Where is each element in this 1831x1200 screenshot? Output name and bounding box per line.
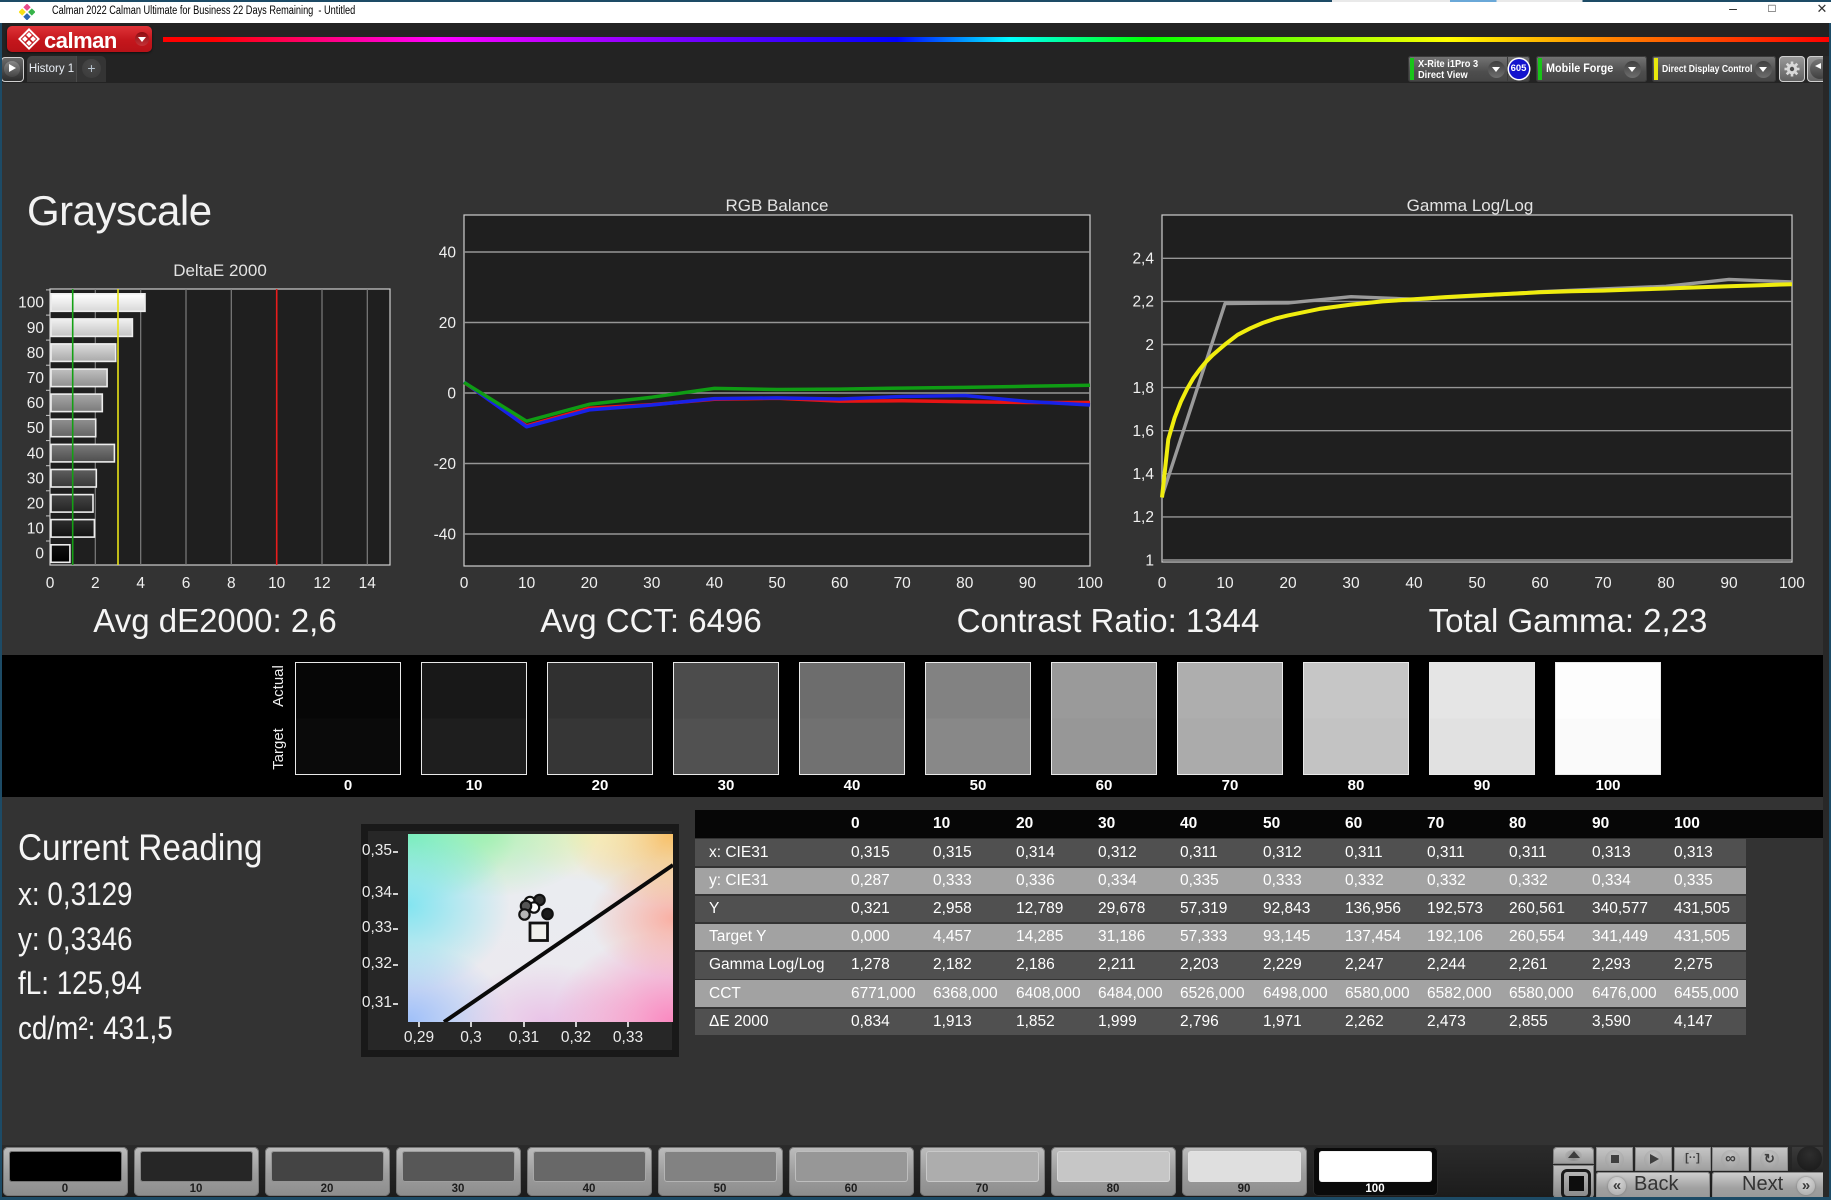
svg-text:20: 20 bbox=[1279, 575, 1297, 592]
svg-text:2: 2 bbox=[1145, 337, 1154, 354]
svg-text:90: 90 bbox=[1720, 575, 1738, 592]
svg-text:10: 10 bbox=[27, 521, 45, 538]
svg-text:0: 0 bbox=[447, 385, 456, 402]
svg-text:30: 30 bbox=[1342, 575, 1360, 592]
svg-text:80: 80 bbox=[1657, 575, 1675, 592]
svg-text:40: 40 bbox=[439, 244, 457, 261]
svg-text:14: 14 bbox=[359, 575, 377, 592]
svg-text:0: 0 bbox=[460, 575, 469, 592]
svg-text:0: 0 bbox=[35, 546, 44, 563]
svg-text:RGB Balance: RGB Balance bbox=[726, 196, 829, 215]
svg-text:0: 0 bbox=[1158, 575, 1167, 592]
svg-text:20: 20 bbox=[439, 315, 457, 332]
svg-text:12: 12 bbox=[313, 575, 330, 592]
svg-text:40: 40 bbox=[27, 445, 45, 462]
svg-text:0: 0 bbox=[46, 575, 55, 592]
svg-text:1,4: 1,4 bbox=[1132, 466, 1154, 483]
svg-text:30: 30 bbox=[643, 575, 661, 592]
svg-text:DeltaE 2000: DeltaE 2000 bbox=[173, 261, 267, 280]
svg-text:10: 10 bbox=[1216, 575, 1234, 592]
svg-text:-20: -20 bbox=[434, 456, 457, 473]
svg-text:60: 60 bbox=[831, 575, 849, 592]
svg-text:100: 100 bbox=[18, 295, 44, 312]
svg-text:1: 1 bbox=[1145, 552, 1154, 569]
svg-text:50: 50 bbox=[27, 420, 45, 437]
svg-text:60: 60 bbox=[27, 395, 45, 412]
svg-text:50: 50 bbox=[1468, 575, 1486, 592]
svg-text:1,8: 1,8 bbox=[1132, 380, 1154, 397]
svg-text:30: 30 bbox=[27, 470, 45, 487]
svg-text:70: 70 bbox=[894, 575, 912, 592]
svg-text:-40: -40 bbox=[434, 526, 457, 543]
svg-text:70: 70 bbox=[1594, 575, 1612, 592]
svg-text:Gamma Log/Log: Gamma Log/Log bbox=[1407, 196, 1534, 215]
svg-text:20: 20 bbox=[27, 496, 45, 513]
svg-text:50: 50 bbox=[768, 575, 786, 592]
svg-text:6: 6 bbox=[182, 575, 191, 592]
svg-text:10: 10 bbox=[268, 575, 286, 592]
svg-text:40: 40 bbox=[1405, 575, 1423, 592]
svg-text:90: 90 bbox=[1019, 575, 1037, 592]
svg-text:20: 20 bbox=[581, 575, 599, 592]
svg-text:80: 80 bbox=[956, 575, 974, 592]
svg-text:60: 60 bbox=[1531, 575, 1549, 592]
svg-text:4: 4 bbox=[136, 575, 145, 592]
svg-text:1,6: 1,6 bbox=[1132, 423, 1154, 440]
svg-text:70: 70 bbox=[27, 370, 45, 387]
svg-text:40: 40 bbox=[706, 575, 724, 592]
svg-text:2: 2 bbox=[91, 575, 100, 592]
svg-text:100: 100 bbox=[1779, 575, 1805, 592]
svg-text:2,2: 2,2 bbox=[1132, 294, 1154, 311]
svg-text:80: 80 bbox=[27, 345, 45, 362]
svg-text:8: 8 bbox=[227, 575, 236, 592]
svg-text:100: 100 bbox=[1077, 575, 1103, 592]
svg-text:2,4: 2,4 bbox=[1132, 251, 1154, 268]
svg-text:1,2: 1,2 bbox=[1132, 509, 1154, 526]
svg-text:90: 90 bbox=[27, 320, 45, 337]
svg-text:10: 10 bbox=[518, 575, 536, 592]
